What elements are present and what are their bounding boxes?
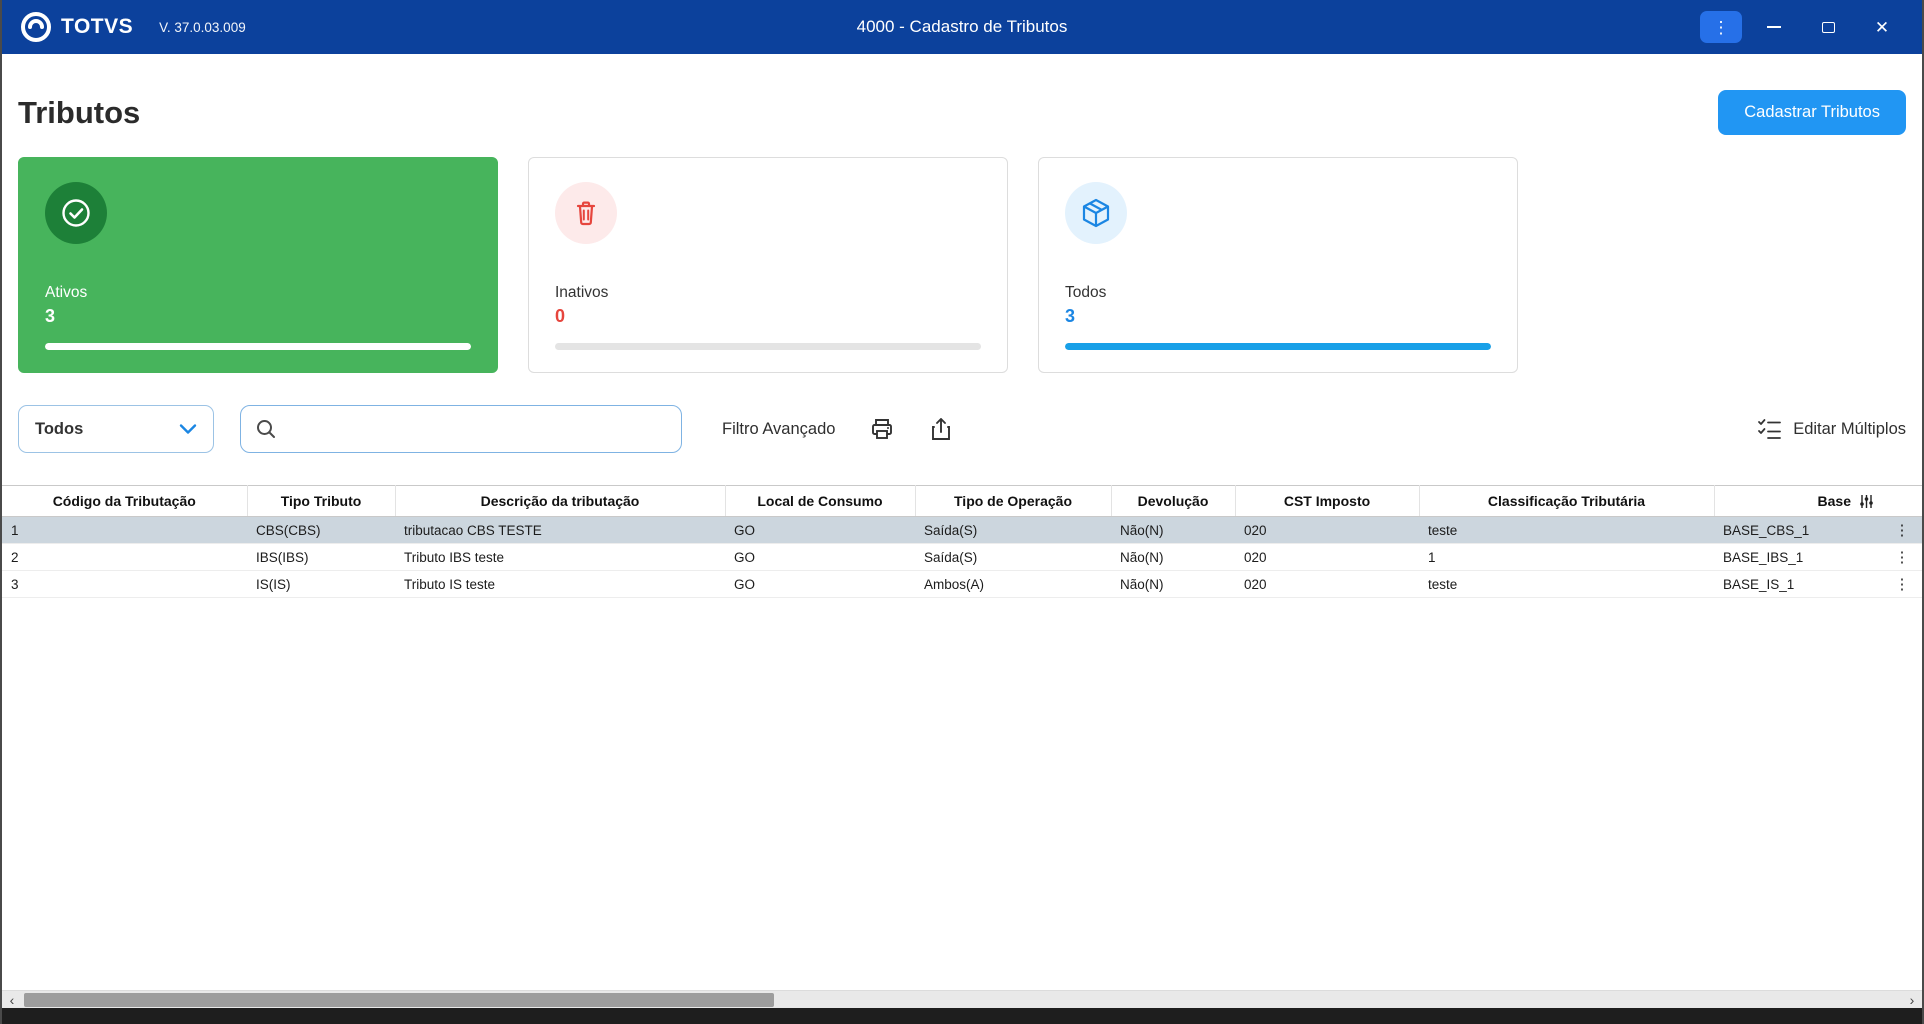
row-menu-icon[interactable]: ⋮ [1882, 570, 1922, 598]
cell-base: BASE_CBS_1 [1714, 516, 1882, 544]
window-title: 4000 - Cadastro de Tributos [856, 17, 1068, 36]
cell-tipo-tributo: IBS(IBS) [247, 543, 395, 571]
chevron-down-icon [179, 424, 197, 434]
cell-tipo-operacao: Saída(S) [915, 516, 1111, 544]
card-ativos-progress [45, 343, 471, 350]
table-row[interactable]: 1 CBS(CBS) tributacao CBS TESTE GO Saída… [2, 516, 1922, 544]
cell-descricao: Tributo IS teste [395, 570, 725, 598]
col-tipo-operacao[interactable]: Tipo de Operação [915, 485, 1112, 517]
col-codigo-tributacao[interactable]: Código da Tributação [2, 485, 248, 517]
table-row[interactable]: 3 IS(IS) Tributo IS teste GO Ambos(A) Nã… [2, 570, 1922, 598]
totvs-logo-icon [21, 12, 51, 42]
main-content: Tributos Cadastrar Tributos Ativos 3 Ina… [2, 54, 1922, 990]
cell-classificacao: teste [1419, 570, 1714, 598]
scroll-left-icon[interactable]: ‹ [2, 991, 22, 1009]
type-select[interactable]: Todos [18, 405, 214, 453]
card-ativos-count: 3 [45, 306, 56, 326]
col-descricao-tributacao[interactable]: Descrição da tributação [395, 485, 726, 517]
minimize-icon [1767, 26, 1781, 28]
card-todos-progress [1065, 343, 1491, 350]
page-header: Tributos Cadastrar Tributos [18, 90, 1906, 135]
col-base[interactable]: Base [1714, 485, 1882, 517]
package-icon [1065, 182, 1127, 244]
table-row[interactable]: 2 IBS(IBS) Tributo IBS teste GO Saída(S)… [2, 543, 1922, 571]
horizontal-scrollbar[interactable]: ‹ › [2, 990, 1922, 1008]
badge-check-icon [45, 182, 107, 244]
cell-tipo-operacao: Ambos(A) [915, 570, 1111, 598]
row-menu-icon[interactable]: ⋮ [1882, 543, 1922, 571]
maximize-icon [1821, 21, 1835, 33]
titlebar: TOTVS V. 37.0.03.009 4000 - Cadastro de … [2, 0, 1922, 54]
search-input[interactable] [287, 406, 667, 452]
advanced-filter-link[interactable]: Filtro Avançado [722, 420, 835, 439]
cell-devolucao: Não(N) [1111, 570, 1235, 598]
cell-classificacao: teste [1419, 516, 1714, 544]
tributos-grid: Código da Tributação Tipo Tributo Descri… [2, 485, 1922, 598]
col-tipo-tributo[interactable]: Tipo Tributo [247, 485, 396, 517]
totvs-logo: TOTVS [20, 11, 133, 43]
cell-devolucao: Não(N) [1111, 543, 1235, 571]
cell-devolucao: Não(N) [1111, 516, 1235, 544]
grid-header-row: Código da Tributação Tipo Tributo Descri… [2, 485, 1922, 517]
version-label: V. 37.0.03.009 [159, 19, 246, 35]
page-title: Tributos [18, 94, 141, 130]
cell-codigo: 2 [2, 543, 247, 571]
filter-bar: Todos Filtro Avançado Editar Múltiplos [18, 405, 1906, 453]
column-settings-icon[interactable] [1859, 494, 1874, 509]
cell-tipo-operacao: Saída(S) [915, 543, 1111, 571]
scrollbar-thumb[interactable] [24, 993, 774, 1007]
cell-base: BASE_IS_1 [1714, 570, 1882, 598]
summary-cards: Ativos 3 Inativos 0 Todos 3 [18, 157, 1906, 373]
trash-icon [555, 182, 617, 244]
window-bottom-edge [2, 1008, 1922, 1024]
cell-codigo: 1 [2, 516, 247, 544]
search-box [240, 405, 682, 453]
col-cst-imposto[interactable]: CST Imposto [1235, 485, 1420, 517]
cell-descricao: Tributo IBS teste [395, 543, 725, 571]
maximize-button[interactable] [1806, 10, 1850, 44]
minimize-button[interactable] [1752, 10, 1796, 44]
col-local-consumo[interactable]: Local de Consumo [725, 485, 916, 517]
cell-local-consumo: GO [725, 543, 915, 571]
card-todos[interactable]: Todos 3 [1038, 157, 1518, 373]
scroll-right-icon[interactable]: › [1902, 991, 1922, 1009]
search-icon [257, 420, 275, 438]
app-window: TOTVS V. 37.0.03.009 4000 - Cadastro de … [0, 0, 1924, 1024]
brand-text: TOTVS [61, 15, 134, 38]
card-ativos[interactable]: Ativos 3 [18, 157, 498, 373]
register-tributos-button[interactable]: Cadastrar Tributos [1718, 90, 1906, 135]
card-inativos[interactable]: Inativos 0 [528, 157, 1008, 373]
cell-cst-imposto: 020 [1235, 516, 1419, 544]
col-actions [1882, 485, 1922, 517]
card-ativos-label: Ativos [45, 284, 88, 301]
col-classificacao-tributaria[interactable]: Classificação Tributária [1419, 485, 1715, 517]
cell-codigo: 3 [2, 570, 247, 598]
cell-tipo-tributo: CBS(CBS) [247, 516, 395, 544]
cell-cst-imposto: 020 [1235, 570, 1419, 598]
cell-tipo-tributo: IS(IS) [247, 570, 395, 598]
card-inativos-progress [555, 343, 981, 350]
print-icon[interactable] [869, 416, 895, 442]
card-todos-label: Todos [1065, 284, 1107, 301]
card-inativos-count: 0 [555, 306, 566, 326]
edit-multiple-label: Editar Múltiplos [1793, 419, 1906, 438]
row-menu-icon[interactable]: ⋮ [1882, 516, 1922, 544]
cell-base: BASE_IBS_1 [1714, 543, 1882, 571]
edit-multiple-button[interactable]: Editar Múltiplos [1757, 418, 1906, 440]
checklist-icon [1758, 419, 1782, 439]
cell-cst-imposto: 020 [1235, 543, 1419, 571]
window-controls: ⋮ ✕ [1700, 10, 1904, 44]
export-icon[interactable] [929, 416, 953, 442]
card-inativos-label: Inativos [555, 284, 609, 301]
col-devolucao[interactable]: Devolução [1111, 485, 1236, 517]
cell-local-consumo: GO [725, 516, 915, 544]
cell-classificacao: 1 [1419, 543, 1714, 571]
cell-local-consumo: GO [725, 570, 915, 598]
card-todos-count: 3 [1065, 306, 1076, 326]
cell-descricao: tributacao CBS TESTE [395, 516, 725, 544]
close-button[interactable]: ✕ [1860, 10, 1904, 44]
titlebar-menu-button[interactable]: ⋮ [1700, 11, 1742, 43]
type-select-value: Todos [35, 419, 84, 438]
